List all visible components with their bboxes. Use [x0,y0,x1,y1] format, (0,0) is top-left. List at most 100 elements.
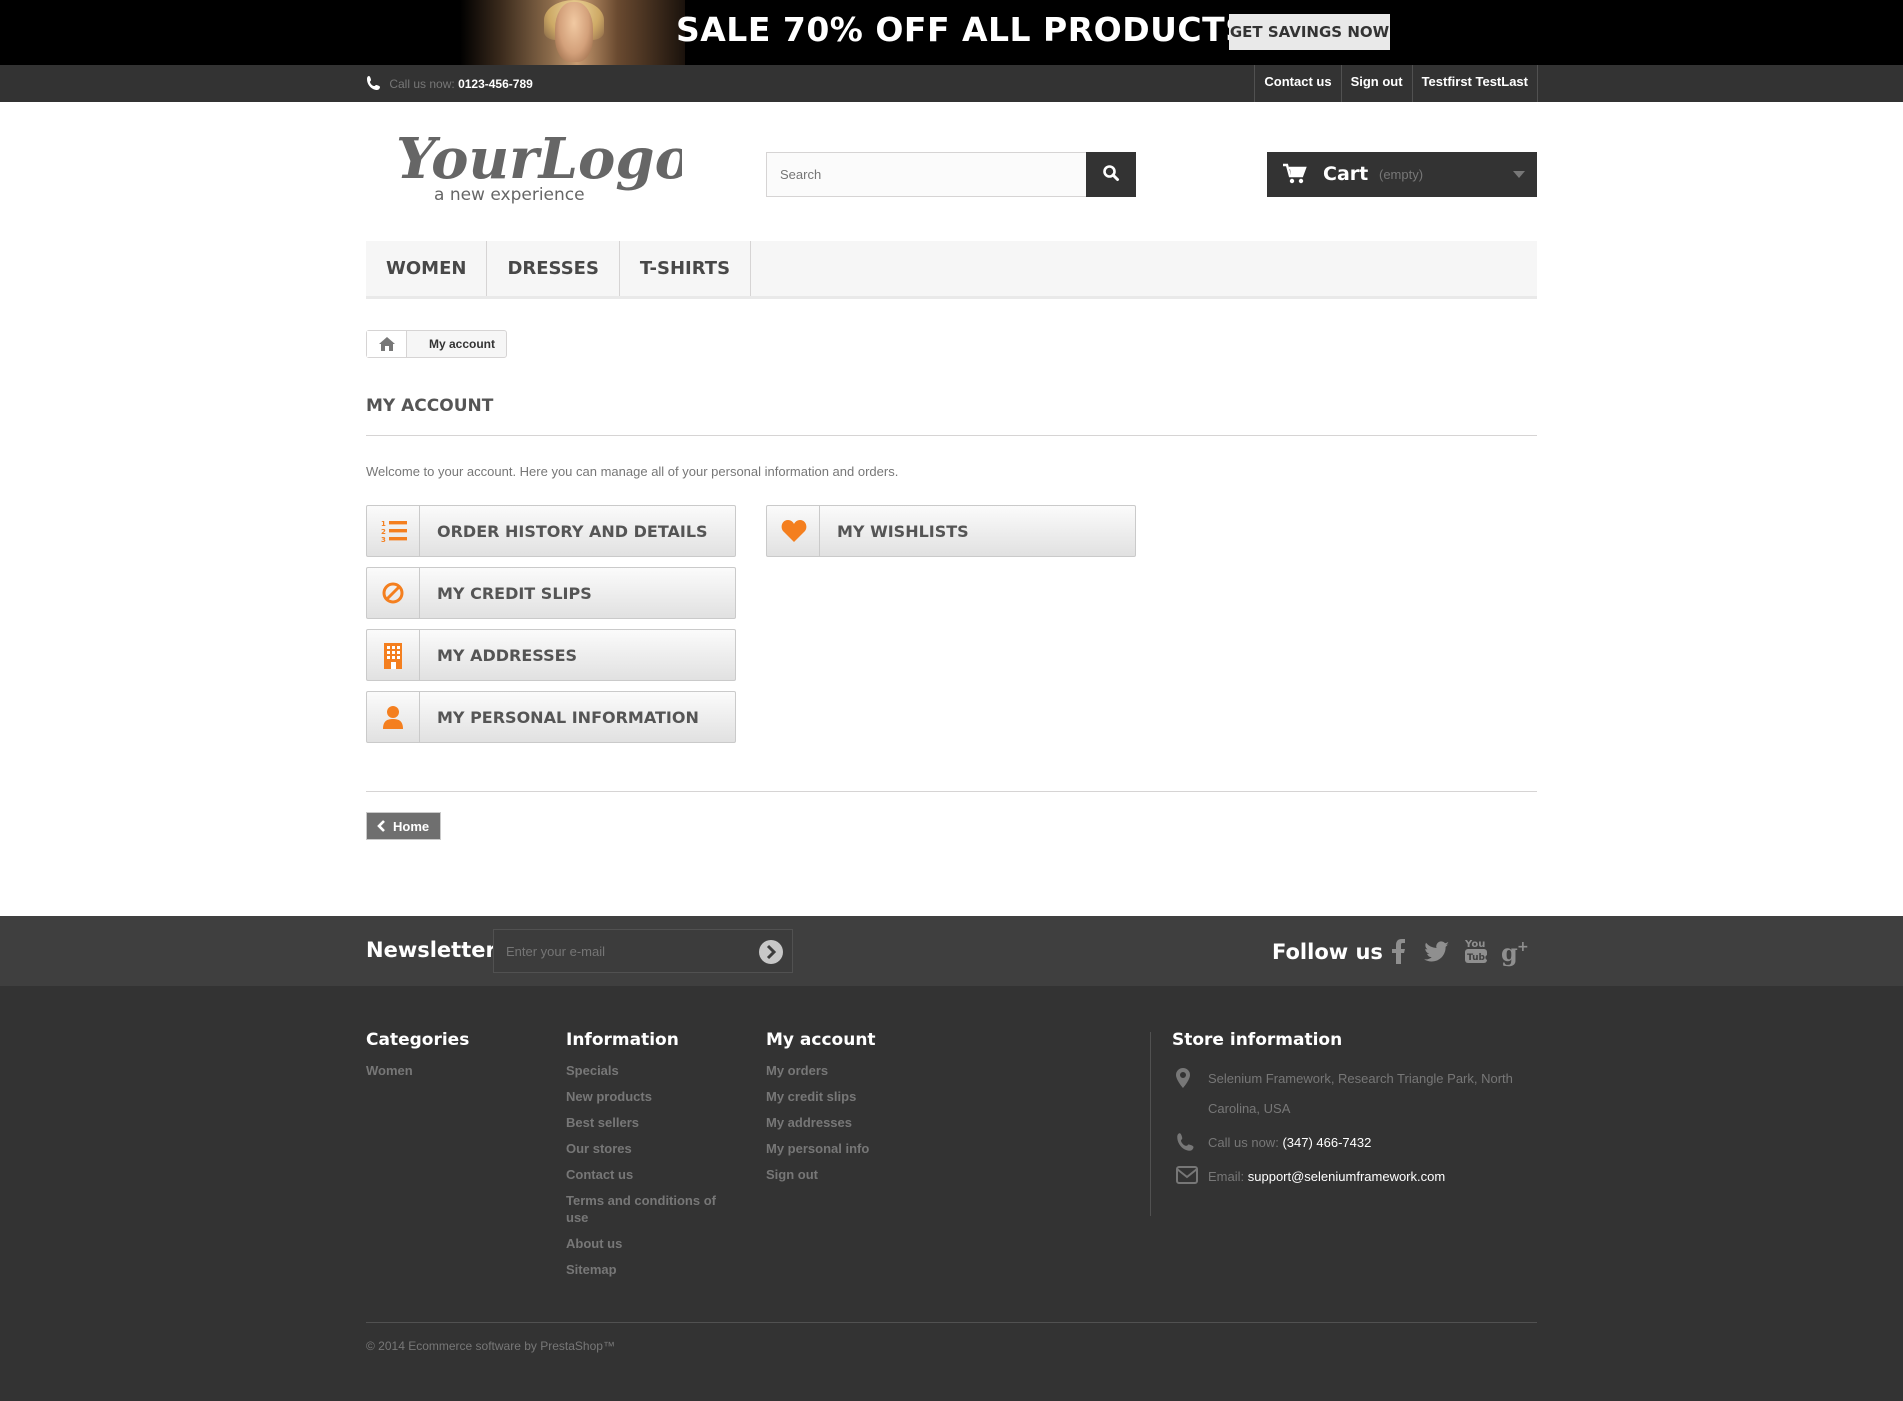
cart-icon [1283,163,1307,184]
top-nav-bar: Call us now: 0123-456-789 Contact us Sig… [0,65,1903,102]
twitter-icon[interactable] [1420,936,1452,968]
credit-slips-button[interactable]: MY CREDIT SLIPS [366,567,736,619]
newsletter-form [493,929,793,973]
map-marker-icon [1176,1068,1190,1088]
store-email-label: Email: [1208,1169,1245,1184]
my-account-heading: My account [766,1030,876,1050]
newsletter-email-input[interactable] [494,930,744,972]
phone-icon [367,76,380,90]
footer-link-best-sellers[interactable]: Best sellers [566,1114,736,1131]
cart-button[interactable]: Cart (empty) [1267,152,1537,197]
chevron-down-icon [1513,171,1525,178]
home-icon [379,337,395,351]
shop-phone: Call us now: 0123-456-789 [366,75,533,91]
breadcrumb: My account [366,330,508,358]
footer-link-sign-out[interactable]: Sign out [766,1166,876,1183]
heart-icon [781,520,807,542]
personal-info-label: MY PERSONAL INFORMATION [437,708,699,727]
footer-information: Information Specials New products Best s… [566,1030,736,1287]
home-button[interactable]: Home [366,812,441,840]
get-savings-button[interactable]: GET SAVINGS NOW [1229,14,1390,50]
building-icon [384,643,402,669]
store-address: Selenium Framework, Research Triangle Pa… [1172,1064,1542,1124]
google-plus-icon[interactable]: g + [1500,936,1532,968]
wishlists-button[interactable]: MY WISHLISTS [766,505,1136,557]
top-links: Contact us Sign out Testfirst TestLast [1254,65,1538,102]
search-icon [1103,165,1119,181]
order-history-button[interactable]: 1 2 3 ORDER HISTORY AND DETAILS [366,505,736,557]
contact-us-link[interactable]: Contact us [1255,65,1342,102]
footer-link-our-stores[interactable]: Our stores [566,1140,736,1157]
breadcrumb-home[interactable] [367,331,407,357]
user-icon [383,706,403,729]
addresses-label: MY ADDRESSES [437,646,578,665]
envelope-icon [1176,1166,1198,1184]
wishlists-label: MY WISHLISTS [837,522,969,541]
store-information: Store information Selenium Framework, Re… [1172,1030,1542,1192]
youtube-icon[interactable]: You Tube [1460,936,1492,968]
call-label: Call us now: [389,77,455,91]
svg-text:a new experience: a new experience [434,185,585,205]
list-ol-icon: 1 2 3 [381,520,407,543]
logo-graphic: YourLogo a new experience [396,126,692,205]
divider [366,791,1537,792]
footer-link-my-credit-slips[interactable]: My credit slips [766,1088,876,1105]
footer-link-women[interactable]: Women [366,1062,469,1079]
footer-link-contact-us[interactable]: Contact us [566,1166,736,1183]
banner-title: SALE 70% OFF ALL PRODUCTS [676,10,1250,49]
footer-link-specials[interactable]: Specials [566,1062,736,1079]
page-title: MY ACCOUNT [366,396,494,416]
footer-link-my-orders[interactable]: My orders [766,1062,876,1079]
cart-label: Cart [1323,163,1369,185]
footer-link-my-personal-info[interactable]: My personal info [766,1140,876,1157]
facebook-icon[interactable] [1382,936,1414,968]
svg-text:2: 2 [381,528,386,536]
menu-item-dresses[interactable]: DRESSES [487,241,620,296]
menu-item-women[interactable]: WOMEN [366,241,488,296]
home-button-label: Home [393,818,430,834]
order-history-label: ORDER HISTORY AND DETAILS [437,522,708,541]
personal-info-button[interactable]: MY PERSONAL INFORMATION [366,691,736,743]
phone-number: 0123-456-789 [458,77,533,91]
banner-model-photo [460,0,685,65]
store-email: Email: support@seleniumframework.com [1172,1162,1542,1192]
footer-categories: Categories Women [366,1030,469,1088]
information-heading: Information [566,1030,679,1050]
welcome-text: Welcome to your account. Here you can ma… [366,464,899,479]
chevron-left-icon [377,820,385,832]
categories-heading: Categories [366,1030,470,1050]
footer-link-new-products[interactable]: New products [566,1088,736,1105]
svg-text:Tube: Tube [1467,953,1491,963]
divider [366,435,1537,436]
store-info-heading: Store information [1172,1030,1343,1050]
phone-icon [1177,1133,1194,1151]
cart-status: (empty) [1379,167,1424,182]
footer-link-sitemap[interactable]: Sitemap [566,1261,736,1278]
credit-slips-label: MY CREDIT SLIPS [437,584,592,603]
newsletter-submit-icon[interactable] [758,939,784,965]
newsletter-band: Newsletter Follow us You Tube g + [0,916,1903,986]
search-box [766,152,1136,197]
footer-link-terms[interactable]: Terms and conditions of use [566,1192,736,1226]
store-phone: Call us now: (347) 466-7432 [1172,1128,1542,1158]
svg-text:3: 3 [381,536,386,543]
newsletter-title: Newsletter [366,938,496,962]
promo-banner[interactable]: SALE 70% OFF ALL PRODUCTS GET SAVINGS NO… [0,0,1903,65]
footer-my-account: My account My orders My credit slips My … [766,1030,876,1192]
main-menu: WOMEN DRESSES T-SHIRTS [366,241,1537,299]
svg-text:1: 1 [381,520,386,528]
store-email-address[interactable]: support@seleniumframework.com [1248,1169,1445,1184]
footer-link-my-addresses[interactable]: My addresses [766,1114,876,1131]
account-name-link[interactable]: Testfirst TestLast [1413,65,1538,102]
search-input[interactable] [767,153,1087,196]
menu-item-tshirts[interactable]: T-SHIRTS [620,241,752,296]
sign-out-link[interactable]: Sign out [1342,65,1413,102]
divider [1150,1032,1151,1216]
footer-link-about-us[interactable]: About us [566,1235,736,1252]
svg-text:+: + [1517,939,1529,955]
breadcrumb-current: My account [429,337,496,351]
addresses-button[interactable]: MY ADDRESSES [366,629,736,681]
search-button[interactable] [1086,152,1136,197]
address-text: Selenium Framework, Research Triangle Pa… [1208,1071,1513,1116]
store-logo[interactable]: YourLogo a new experience [392,122,692,212]
